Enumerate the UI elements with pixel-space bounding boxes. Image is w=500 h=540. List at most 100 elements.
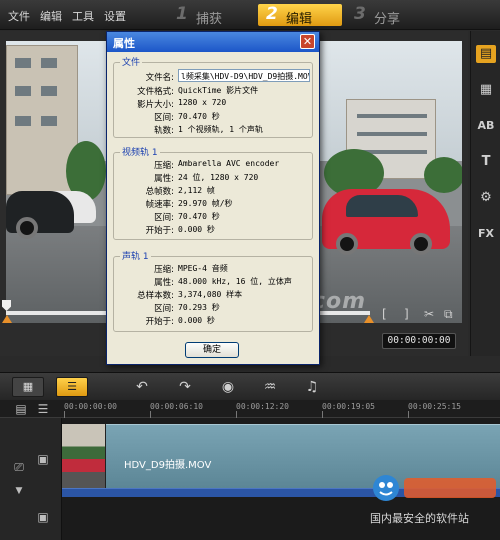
- redo-icon[interactable]: ↷: [175, 378, 195, 396]
- auto-music-icon[interactable]: ♫: [302, 378, 322, 396]
- property-value: 70.470 秒: [178, 112, 220, 121]
- property-value: QuickTime 影片文件: [178, 86, 259, 95]
- menu-bar: 文件 编辑 工具 设置 1 捕获 2 编辑 3 分享: [0, 0, 500, 30]
- clip-thumbnail: [62, 424, 106, 488]
- transition-icon[interactable]: ⚙: [476, 189, 496, 207]
- split-clip-icon[interactable]: ✂: [424, 307, 434, 321]
- undo-icon[interactable]: ↶: [132, 378, 152, 396]
- sound-mixer-icon[interactable]: ♒: [260, 378, 280, 396]
- tab-share[interactable]: 3 分享: [346, 4, 430, 27]
- property-value: 70.293 秒: [178, 303, 220, 312]
- property-value: Ambarella AVC encoder: [178, 159, 280, 168]
- library-tool-strip: ▤ ▦ AB T ⚙ FX: [470, 31, 500, 356]
- track-toggle-icon[interactable]: ▣: [34, 452, 52, 466]
- tab-edit[interactable]: 2 编辑: [258, 4, 342, 27]
- property-key: 压缩:: [154, 161, 174, 171]
- track-headers: ⎚ ▣ ▼ ▣: [0, 418, 62, 540]
- file-group: 文件 文件名: l频采集\HDV-D9\HDV_D9拍摄.MOV 文件格式: Q…: [113, 55, 314, 138]
- step-number: 3: [354, 4, 366, 24]
- property-row: 总样本数: 3,374,080 样本: [114, 289, 314, 301]
- video-track-group: 视频轨 1 压缩: Ambarella AVC encoder 属性: 24 位…: [113, 145, 314, 240]
- preview-car: [6, 191, 74, 239]
- property-key: 开始于:: [145, 226, 174, 236]
- video-track-icon[interactable]: ⎚: [10, 460, 28, 475]
- property-value: 1280 x 720: [178, 98, 227, 107]
- property-row: 文件名: l频采集\HDV-D9\HDV_D9拍摄.MOV: [114, 69, 314, 83]
- menu-tools[interactable]: 工具: [72, 8, 94, 24]
- property-row: 区间: 70.293 秒: [114, 302, 314, 314]
- filter-fx-icon[interactable]: FX: [476, 225, 496, 243]
- timeline-toolbar: ▦ ☰ ↶ ↷ ◉ ♒ ♫: [0, 372, 500, 400]
- file-group-label: 文件: [120, 55, 143, 68]
- menu-file[interactable]: 文件: [8, 8, 30, 24]
- property-key: 文件名:: [145, 73, 174, 83]
- zoom-list-icon[interactable]: ☰: [34, 402, 52, 416]
- chevron-down-icon[interactable]: ▼: [10, 486, 28, 496]
- media-library-icon[interactable]: ▤: [476, 45, 496, 63]
- property-key: 区间:: [154, 304, 174, 314]
- trim-end-marker[interactable]: [364, 315, 374, 323]
- property-row: 属性: 24 位, 1280 x 720: [114, 172, 314, 184]
- ruler-tick: [150, 411, 151, 418]
- step-number: 1: [176, 4, 188, 24]
- property-key: 总样本数:: [137, 291, 174, 301]
- mark-out-button[interactable]: ]: [404, 307, 409, 321]
- property-key: 影片大小:: [137, 100, 174, 110]
- timecode-display[interactable]: 00:00:00:00: [382, 333, 456, 349]
- tab-edit-label: 编辑: [286, 12, 313, 27]
- ok-button[interactable]: 确定: [185, 342, 239, 358]
- filename-field[interactable]: l频采集\HDV-D9\HDV_D9拍摄.MOV: [178, 69, 310, 82]
- step-number: 2: [266, 4, 278, 24]
- property-row: 区间: 70.470 秒: [114, 111, 314, 123]
- trim-start-marker[interactable]: [2, 315, 12, 323]
- overlay-track-icon[interactable]: ▣: [34, 510, 52, 524]
- ruler-label: 00:00:19:05: [322, 402, 375, 411]
- property-key: 属性:: [154, 174, 174, 184]
- ruler-label: 00:00:25:15: [408, 402, 461, 411]
- tab-share-label: 分享: [374, 12, 401, 27]
- timeline-ruler[interactable]: 00:00:00:00 00:00:06:10 00:00:12:20 00:0…: [0, 400, 500, 418]
- enlarge-preview-icon[interactable]: ⧉: [444, 307, 453, 322]
- dialog-title-bar[interactable]: 属性 ✕: [107, 32, 319, 52]
- ruler-tick: [236, 411, 237, 418]
- tab-capture-label: 捕获: [196, 12, 223, 27]
- property-key: 文件格式:: [137, 87, 174, 97]
- video-group-label: 视频轨 1: [120, 145, 160, 158]
- audio-track-group: 声轨 1 压缩: MPEG-4 音频 属性: 48.000 kHz, 16 位,…: [113, 249, 314, 332]
- instant-project-icon[interactable]: ▦: [476, 81, 496, 99]
- preview-tree: [424, 157, 462, 193]
- text-icon[interactable]: T: [476, 153, 496, 171]
- mark-in-button[interactable]: [: [382, 307, 387, 321]
- property-value: 3,374,080 样本: [178, 290, 243, 299]
- ruler-label: 00:00:12:20: [236, 402, 289, 411]
- storyboard-view-icon[interactable]: ▦: [12, 377, 44, 397]
- property-row: 总帧数: 2,112 帧: [114, 185, 314, 197]
- preview-car: [322, 189, 450, 255]
- brand-logo: [373, 475, 496, 501]
- property-row: 轨数: 1 个视频轨, 1 个声轨: [114, 124, 314, 136]
- timeline-view-icon[interactable]: ☰: [56, 377, 88, 397]
- ruler-tick: [408, 411, 409, 418]
- property-row: 文件格式: QuickTime 影片文件: [114, 85, 314, 97]
- title-icon[interactable]: AB: [476, 117, 496, 135]
- property-row: 影片大小: 1280 x 720: [114, 98, 314, 110]
- property-key: 总帧数:: [145, 187, 174, 197]
- property-row: 帧速率: 29.970 帧/秒: [114, 198, 314, 210]
- property-key: 帧速率:: [145, 200, 174, 210]
- close-icon[interactable]: ✕: [300, 34, 315, 49]
- menu-edit[interactable]: 编辑: [40, 8, 62, 24]
- track-manager-icon[interactable]: ▤: [12, 402, 30, 416]
- property-key: 属性:: [154, 278, 174, 288]
- menu-settings[interactable]: 设置: [104, 8, 126, 24]
- property-key: 轨数:: [154, 126, 174, 136]
- property-value: 1 个视频轨, 1 个声轨: [178, 125, 263, 134]
- tab-capture[interactable]: 1 捕获: [168, 4, 252, 27]
- properties-dialog: 属性 ✕ 文件 文件名: l频采集\HDV-D9\HDV_D9拍摄.MOV 文件…: [106, 31, 320, 365]
- property-value: 70.470 秒: [178, 212, 220, 221]
- record-capture-icon[interactable]: ◉: [218, 378, 238, 396]
- brand-tagline: 国内最安全的软件站: [370, 512, 469, 525]
- ruler-label: 00:00:06:10: [150, 402, 203, 411]
- ruler-tick: [322, 411, 323, 418]
- clip-name: HDV_D9拍摄.MOV: [124, 460, 212, 471]
- property-key: 区间:: [154, 113, 174, 123]
